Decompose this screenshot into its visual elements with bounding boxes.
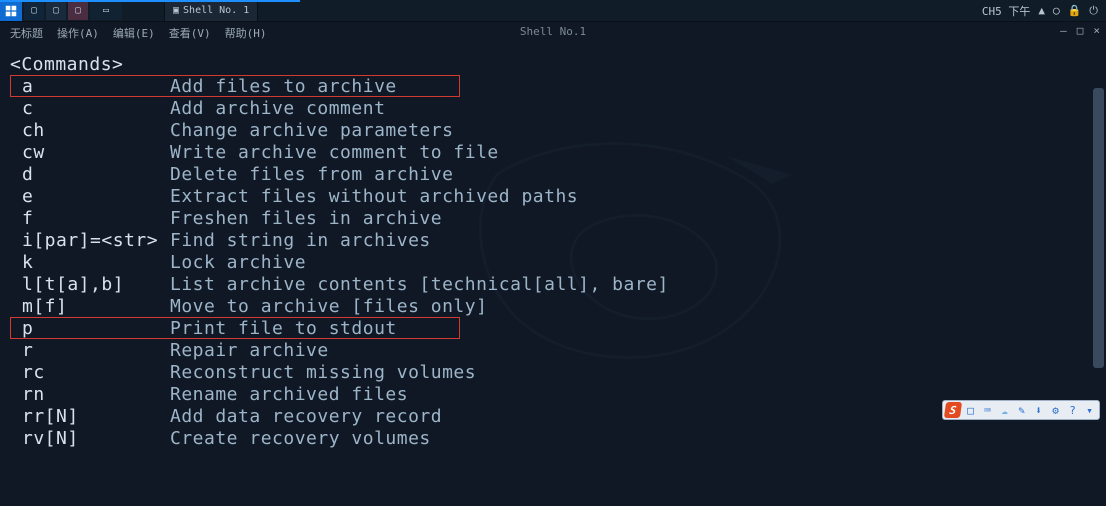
- command-key: ch: [10, 120, 170, 142]
- taskbar-tab-label: Shell No. 1: [183, 5, 249, 16]
- command-key: i[par]=<str>: [10, 230, 170, 252]
- window-menubar: 无标题 操作(A) 编辑(E) 查看(V) 帮助(H) Shell No.1 –…: [0, 22, 1106, 44]
- command-key: k: [10, 252, 170, 274]
- menu-item-view[interactable]: 查看(V): [169, 25, 211, 41]
- command-row: aAdd files to archive: [10, 76, 1106, 98]
- command-description: Change archive parameters: [170, 120, 1106, 142]
- start-menu-button[interactable]: [0, 1, 22, 21]
- command-row: m[f]Move to archive [files only]: [10, 296, 1106, 318]
- taskbar-tab-terminal[interactable]: ▣ Shell No. 1: [164, 1, 258, 21]
- window-close-button[interactable]: ×: [1093, 24, 1100, 37]
- command-row: i[par]=<str>Find string in archives: [10, 230, 1106, 252]
- taskbar-app-2[interactable]: ▢: [46, 2, 66, 20]
- tray-triangle-icon[interactable]: ▲: [1038, 4, 1045, 17]
- command-key: e: [10, 186, 170, 208]
- commands-heading: <Commands>: [10, 54, 1106, 76]
- command-description: Reconstruct missing volumes: [170, 362, 1106, 384]
- ime-cloud-icon[interactable]: ☁: [997, 403, 1012, 418]
- command-key: rc: [10, 362, 170, 384]
- command-key: c: [10, 98, 170, 120]
- command-key: rn: [10, 384, 170, 406]
- command-key: a: [10, 76, 170, 98]
- ime-icon-1[interactable]: □: [963, 403, 978, 418]
- command-row: fFreshen files in archive: [10, 208, 1106, 230]
- command-key: l[t[a],b]: [10, 274, 170, 296]
- command-key: cw: [10, 142, 170, 164]
- command-description: Extract files without archived paths: [170, 186, 1106, 208]
- command-description: Move to archive [files only]: [170, 296, 1106, 318]
- window-maximize-button[interactable]: □: [1077, 24, 1084, 37]
- command-row: cwWrite archive comment to file: [10, 142, 1106, 164]
- command-description: Add archive comment: [170, 98, 1106, 120]
- command-description: Find string in archives: [170, 230, 1106, 252]
- ime-pen-icon[interactable]: ✎: [1014, 403, 1029, 418]
- ime-gear-icon[interactable]: ⚙: [1048, 403, 1063, 418]
- scrollbar-thumb[interactable]: [1093, 88, 1104, 368]
- command-key: p: [10, 318, 170, 340]
- command-description: List archive contents [technical[all], b…: [170, 274, 1106, 296]
- command-row: rcReconstruct missing volumes: [10, 362, 1106, 384]
- command-row: rv[N]Create recovery volumes: [10, 428, 1106, 450]
- ime-download-icon[interactable]: ⬇: [1031, 403, 1046, 418]
- command-description: Write archive comment to file: [170, 142, 1106, 164]
- window-minimize-button[interactable]: –: [1060, 24, 1067, 37]
- command-key: m[f]: [10, 296, 170, 318]
- command-description: Repair archive: [170, 340, 1106, 362]
- ime-keyboard-icon[interactable]: ⌨: [980, 403, 995, 418]
- command-row: eExtract files without archived paths: [10, 186, 1106, 208]
- command-row: pPrint file to stdout: [10, 318, 1106, 340]
- terminal-icon: ▣: [173, 5, 179, 16]
- command-row: dDelete files from archive: [10, 164, 1106, 186]
- command-key: f: [10, 208, 170, 230]
- taskbar-app-4[interactable]: ▭: [90, 2, 122, 20]
- command-row: chChange archive parameters: [10, 120, 1106, 142]
- command-row: rRepair archive: [10, 340, 1106, 362]
- command-description: Add files to archive: [170, 76, 1106, 98]
- menu-item-action[interactable]: 操作(A): [57, 25, 99, 41]
- taskbar-app-1[interactable]: ▢: [24, 2, 44, 20]
- ime-help-icon[interactable]: ?: [1065, 403, 1080, 418]
- command-description: Delete files from archive: [170, 164, 1106, 186]
- tray-lock-icon[interactable]: 🔒: [1068, 4, 1082, 17]
- system-taskbar: ▢ ▢ ▢ ▭ ▣ Shell No. 1 CH5 下午 ▲ ◯ 🔒 ⏻: [0, 0, 1106, 22]
- command-description: Create recovery volumes: [170, 428, 1106, 450]
- ime-dropdown-icon[interactable]: ▾: [1082, 403, 1097, 418]
- terminal-output: <Commands>aAdd files to archivecAdd arch…: [0, 44, 1106, 450]
- command-row: cAdd archive comment: [10, 98, 1106, 120]
- menu-item-untitled[interactable]: 无标题: [10, 25, 43, 41]
- command-key: rr[N]: [10, 406, 170, 428]
- ime-badge-icon[interactable]: S: [944, 402, 962, 418]
- taskbar-app-3[interactable]: ▢: [68, 2, 88, 20]
- command-description: Freshen files in archive: [170, 208, 1106, 230]
- command-row: l[t[a],b]List archive contents [technica…: [10, 274, 1106, 296]
- window-title: Shell No.1: [520, 25, 586, 38]
- floating-ime-toolbar[interactable]: S □ ⌨ ☁ ✎ ⬇ ⚙ ? ▾: [942, 400, 1100, 420]
- command-key: r: [10, 340, 170, 362]
- menu-item-edit[interactable]: 编辑(E): [113, 25, 155, 41]
- command-key: d: [10, 164, 170, 186]
- tray-power-icon[interactable]: ⏻: [1089, 4, 1098, 18]
- menu-item-help[interactable]: 帮助(H): [225, 25, 267, 41]
- tray-text: CH5 下午: [982, 3, 1031, 19]
- tray-circle-icon[interactable]: ◯: [1053, 4, 1060, 17]
- command-description: Lock archive: [170, 252, 1106, 274]
- command-description: Print file to stdout: [170, 318, 1106, 340]
- terminal-scrollbar[interactable]: [1093, 88, 1104, 498]
- command-key: rv[N]: [10, 428, 170, 450]
- command-row: kLock archive: [10, 252, 1106, 274]
